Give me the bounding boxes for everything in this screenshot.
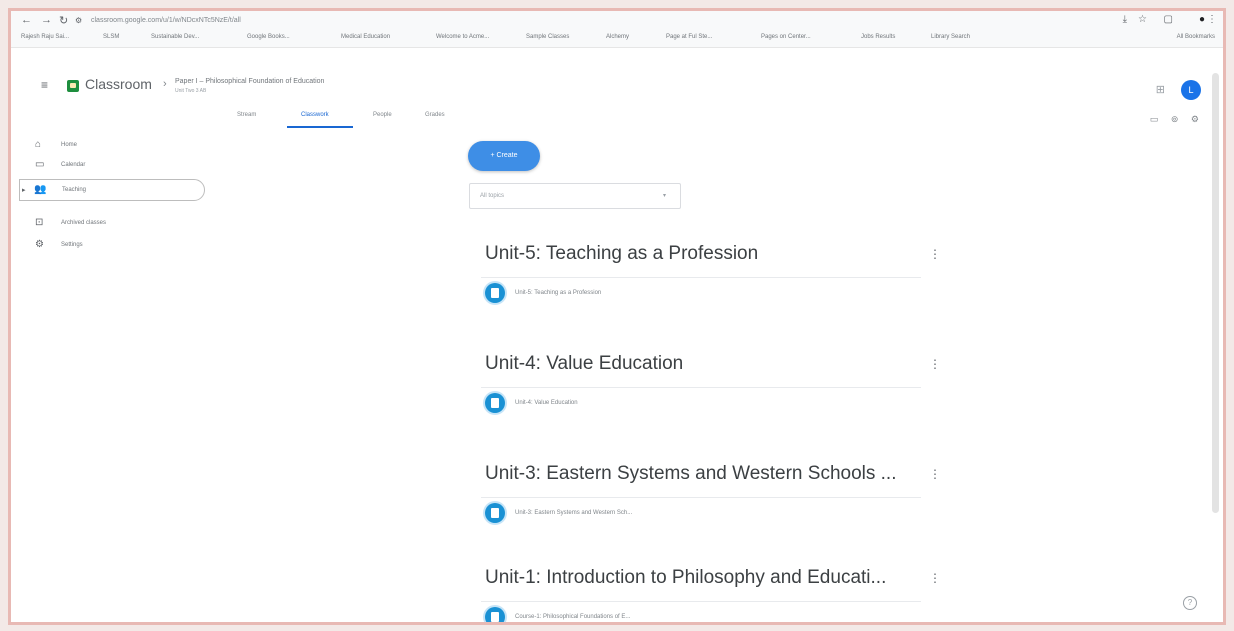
class-title[interactable]: Paper I – Philosophical Foundation of Ed… <box>175 78 324 85</box>
bookmarks-bar: Rajesh Raju Sai... SLSM Sustainable Dev.… <box>11 31 1223 48</box>
bookmark[interactable]: Medical Education <box>341 34 390 40</box>
more-options-icon[interactable]: ⋮ <box>929 357 941 371</box>
bookmark[interactable]: SLSM <box>103 34 119 40</box>
more-options-icon[interactable]: ⋮ <box>929 247 941 261</box>
scrollbar[interactable] <box>1212 73 1219 513</box>
site-info-icon[interactable]: ⚙ <box>75 16 82 25</box>
profile-icon[interactable]: ● <box>1199 14 1205 25</box>
bookmark[interactable]: Pages on Center... <box>761 34 811 40</box>
tab-stream[interactable]: Stream <box>237 112 256 118</box>
more-options-icon[interactable]: ⋮ <box>929 571 941 585</box>
bookmark[interactable]: Library Search <box>931 34 970 40</box>
avatar[interactable]: L <box>1181 80 1201 100</box>
bookmark[interactable]: Rajesh Raju Sai... <box>21 34 69 40</box>
material-icon <box>485 607 505 622</box>
sidebar-item-home[interactable]: ⌂ Home <box>29 135 201 157</box>
browser-toolbar: ← → ↻ ⚙ classroom.google.com/u/1/w/NDcxN… <box>11 11 1223 31</box>
material-title[interactable]: Course-1: Philosophical Foundations of E… <box>515 614 630 620</box>
topic-title[interactable]: Unit-3: Eastern Systems and Western Scho… <box>485 463 915 485</box>
tab-classwork[interactable]: Classwork <box>301 112 329 118</box>
extensions-icon[interactable]: ☆ <box>1138 14 1147 25</box>
sidebar-item-archived-classes[interactable]: ⊡ Archived classes <box>29 213 201 235</box>
reload-icon[interactable]: ↻ <box>59 14 68 27</box>
main-menu-icon[interactable]: ≡ <box>41 78 48 92</box>
tab-people[interactable]: People <box>373 112 392 118</box>
topic-title[interactable]: Unit-1: Introduction to Philosophy and E… <box>485 567 915 589</box>
class-section: Unit Two 3 AB <box>175 88 207 94</box>
classroom-logo[interactable] <box>67 80 79 92</box>
bookmark[interactable]: Page at Ful Ste... <box>666 34 712 40</box>
sidebar-item-label: Calendar <box>61 162 86 168</box>
sidebar-item-teaching[interactable]: ▸ 👥 Teaching <box>19 179 205 201</box>
material-icon <box>485 393 505 413</box>
all-bookmarks[interactable]: All Bookmarks <box>1177 34 1215 40</box>
archive-icon: ⊡ <box>35 217 44 228</box>
bookmark[interactable]: Alchemy <box>606 34 629 40</box>
apps-grid-icon[interactable]: ⊞ <box>1156 83 1165 96</box>
gear-icon: ⚙ <box>35 239 44 250</box>
material-title[interactable]: Unit-5: Teaching as a Profession <box>515 290 601 296</box>
classwork-toolbar: ▭ ⊚ ⚙ <box>1140 114 1199 125</box>
home-icon: ⌂ <box>35 139 42 150</box>
download-icon[interactable]: ⤓ <box>1123 14 1127 25</box>
topic-divider <box>481 387 921 388</box>
screenshot-frame: ← → ↻ ⚙ classroom.google.com/u/1/w/NDcxN… <box>8 8 1226 625</box>
bookmark[interactable]: Welcome to Acme... <box>436 34 489 40</box>
help-icon[interactable]: ? <box>1183 596 1197 610</box>
breadcrumb-chevron-icon: › <box>163 78 167 90</box>
bookmark[interactable]: Jobs Results <box>861 34 895 40</box>
bookmark[interactable]: Sustainable Dev... <box>151 34 199 40</box>
more-options-icon[interactable]: ⋮ <box>929 467 941 481</box>
sidebar-item-label: Settings <box>61 242 83 248</box>
sidebar-item-label: Archived classes <box>61 220 107 226</box>
drive-folder-icon[interactable]: ⊚ <box>1171 114 1179 124</box>
tab-grades[interactable]: Grades <box>425 112 445 118</box>
forward-icon[interactable]: → <box>41 14 52 26</box>
topic-divider <box>481 497 921 498</box>
bookmark[interactable]: Google Books... <box>247 34 290 40</box>
calendar-icon: ▭ <box>35 159 45 170</box>
window-icon[interactable]: ▢ <box>1164 14 1173 25</box>
back-icon[interactable]: ← <box>21 14 32 26</box>
topic-filter-value: All topics <box>480 193 505 199</box>
sidebar-item-label: Home <box>61 142 78 148</box>
sidebar-item-label: Teaching <box>62 187 87 193</box>
more-icon[interactable]: ⋮ <box>1207 14 1217 25</box>
topic-divider <box>481 277 921 278</box>
topic-title[interactable]: Unit-4: Value Education <box>485 353 915 375</box>
sidebar-item-calendar[interactable]: ▭ Calendar <box>29 155 201 177</box>
create-button[interactable]: + Create <box>468 141 540 171</box>
app-name[interactable]: Classroom <box>85 76 152 92</box>
sidebar-item-settings[interactable]: ⚙ Settings <box>29 235 201 257</box>
app-header: ≡ Classroom › Paper I – Philosophical Fo… <box>11 47 1223 107</box>
calendar-icon[interactable]: ▭ <box>1150 114 1159 124</box>
material-icon <box>485 283 505 303</box>
expand-arrow-icon[interactable]: ▸ <box>22 186 26 194</box>
topic-filter-select[interactable]: All topics ▾ <box>469 183 681 209</box>
topic-title[interactable]: Unit-5: Teaching as a Profession <box>485 243 915 265</box>
topic-divider <box>481 601 921 602</box>
material-title[interactable]: Unit-4: Value Education <box>515 400 578 406</box>
dropdown-caret-icon: ▾ <box>662 193 666 199</box>
class-settings-icon[interactable]: ⚙ <box>1191 114 1199 124</box>
active-tab-indicator <box>287 126 353 128</box>
material-icon <box>485 503 505 523</box>
material-title[interactable]: Unit-3: Eastern Systems and Western Sch.… <box>515 510 632 516</box>
bookmark[interactable]: Sample Classes <box>526 34 569 40</box>
address-bar[interactable]: classroom.google.com/u/1/w/NDcxNTc5NzE/t… <box>91 14 351 27</box>
people-icon: 👥 <box>34 184 47 195</box>
